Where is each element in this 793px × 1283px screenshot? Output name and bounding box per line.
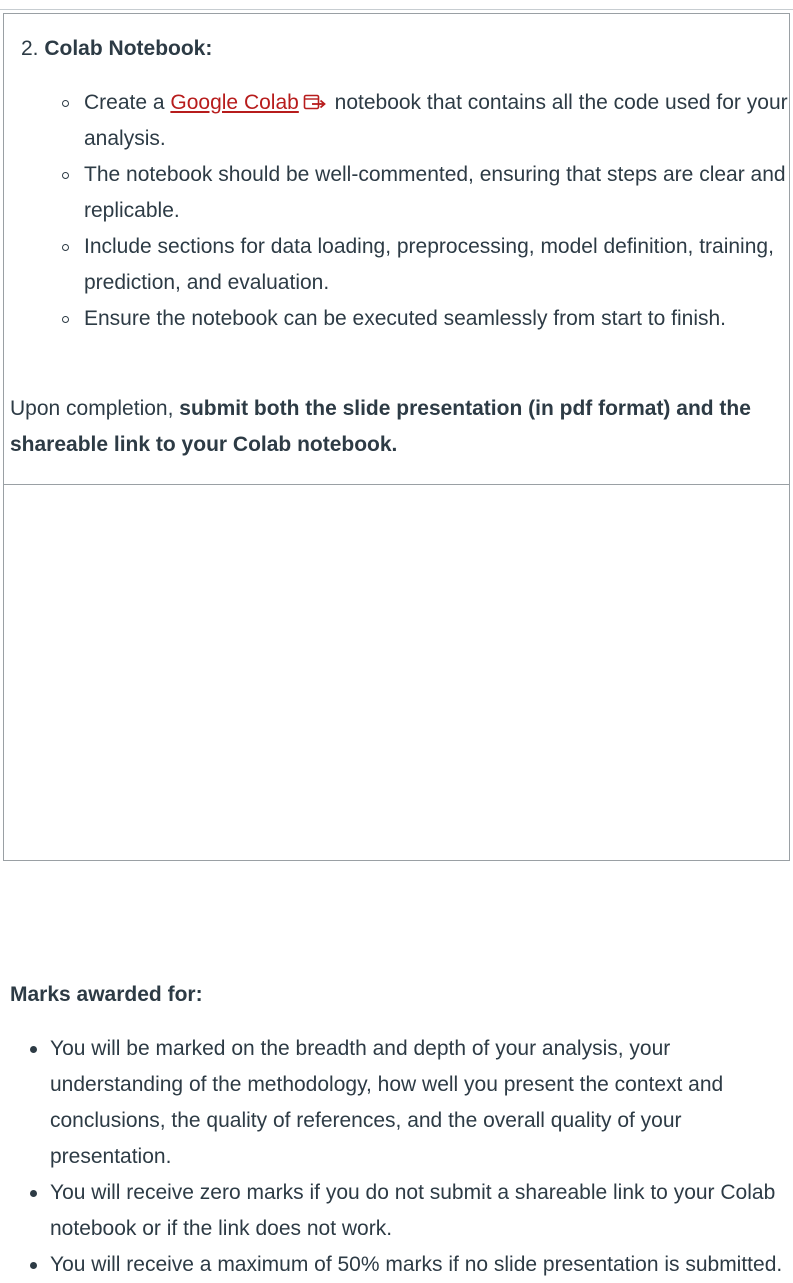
marks-list: You will be marked on the breadth and de… bbox=[24, 1031, 784, 1283]
completion-prefix: Upon completion, bbox=[10, 397, 180, 420]
section-heading: 2. Colab Notebook: bbox=[21, 34, 212, 64]
list-item: Ensure the notebook can be executed seam… bbox=[54, 301, 789, 337]
completion-instructions: Upon completion, submit both the slide p… bbox=[10, 391, 785, 463]
list-item: You will receive zero marks if you do no… bbox=[24, 1175, 784, 1247]
list-item: The notebook should be well-commented, e… bbox=[54, 157, 789, 229]
google-colab-link[interactable]: Google Colab bbox=[170, 91, 298, 114]
marks-heading: Marks awarded for: bbox=[10, 983, 203, 1006]
top-divider bbox=[0, 9, 793, 10]
list-item: Include sections for data loading, prepr… bbox=[54, 229, 789, 301]
section-title: Colab Notebook: bbox=[44, 37, 213, 60]
list-item: You will receive a maximum of 50% marks … bbox=[24, 1247, 784, 1283]
list-item: You will be marked on the breadth and de… bbox=[24, 1031, 784, 1175]
notebook-requirements-list: Create a Google Colab notebook that cont… bbox=[54, 85, 789, 337]
section-number: 2. bbox=[21, 37, 39, 60]
list-item-prefix: Create a bbox=[84, 91, 171, 114]
table-cell-marks: Marks awarded for: You will be marked on… bbox=[4, 485, 789, 1276]
list-item: Create a Google Colab notebook that cont… bbox=[54, 85, 789, 157]
external-link-icon[interactable] bbox=[303, 86, 327, 110]
table-cell-colab-notebook: 2. Colab Notebook: Create a Google Colab… bbox=[4, 14, 789, 485]
content-table: 2. Colab Notebook: Create a Google Colab… bbox=[3, 13, 790, 1276]
